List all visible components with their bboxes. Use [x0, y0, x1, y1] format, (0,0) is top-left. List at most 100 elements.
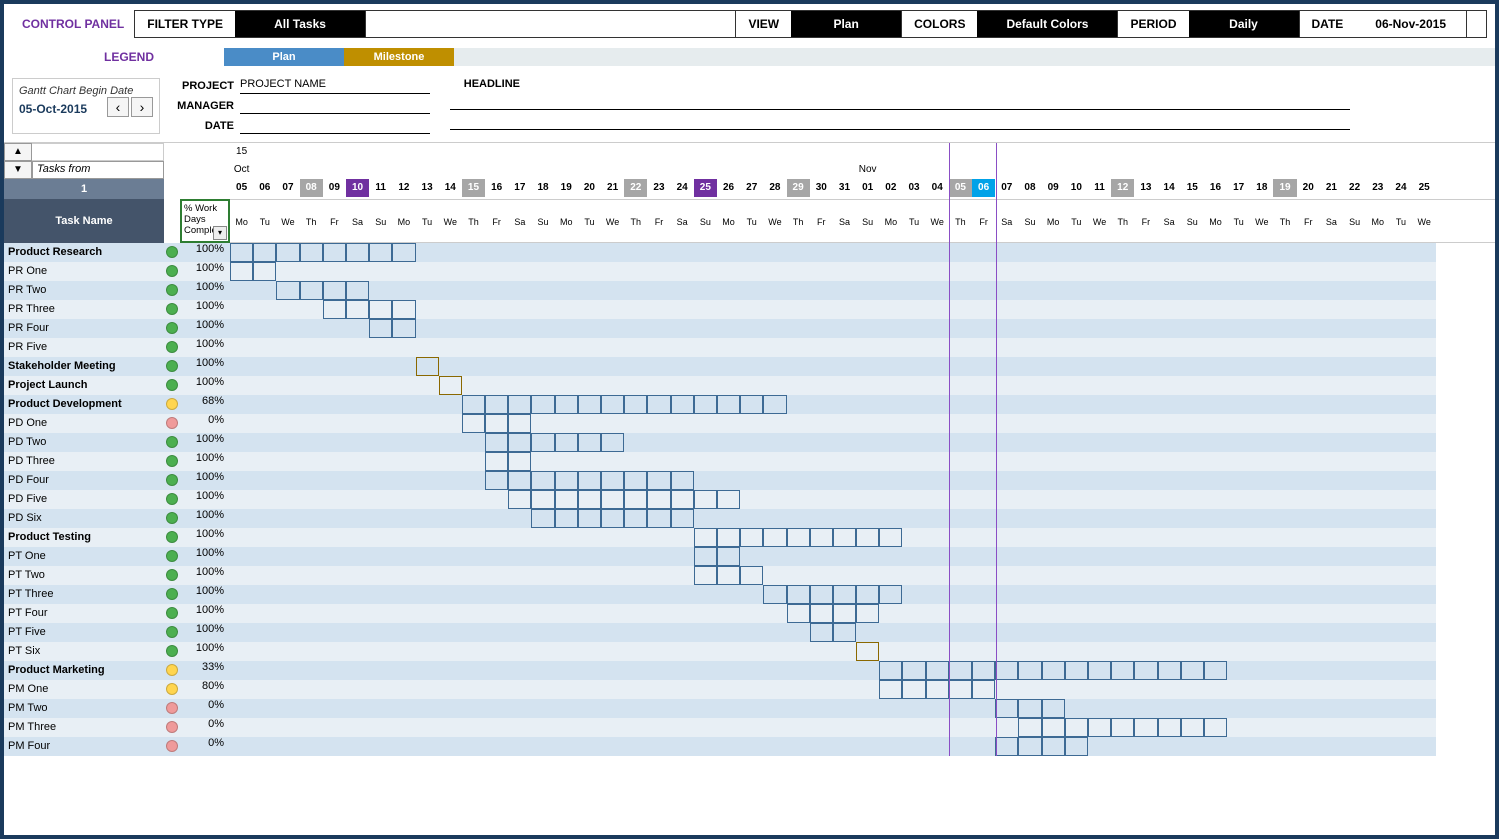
dow-header: Su [1018, 200, 1041, 244]
task-name[interactable]: PD Four [4, 471, 164, 490]
dow-header: We [439, 200, 462, 244]
month-row: OctNov [230, 161, 1495, 179]
dow-row: MoTuWeThFrSaSuMoTuWeThFrSaSuMoTuWeThFrSa… [230, 199, 1495, 243]
task-timeline [230, 737, 1495, 756]
task-name[interactable]: PT One [4, 547, 164, 566]
gantt-bar [763, 528, 786, 547]
proj-date-value[interactable] [240, 118, 430, 134]
task-timeline [230, 490, 1495, 509]
project-value[interactable]: PROJECT NAME [240, 78, 430, 94]
dow-header: Su [531, 200, 554, 244]
task-name[interactable]: Stakeholder Meeting [4, 357, 164, 376]
day-header: 12 [392, 179, 415, 197]
headline-value-1[interactable] [450, 94, 1350, 110]
task-name[interactable]: PD One [4, 414, 164, 433]
gantt-bar [578, 471, 601, 490]
task-name[interactable]: PD Three [4, 452, 164, 471]
task-name[interactable]: PR Five [4, 338, 164, 357]
date-label: DATE [1300, 11, 1356, 37]
task-name[interactable]: PM One [4, 680, 164, 699]
task-name[interactable]: PD Two [4, 433, 164, 452]
dow-header: Tu [578, 200, 601, 244]
task-name[interactable]: PT Four [4, 604, 164, 623]
dow-header: Mo [1204, 200, 1227, 244]
task-name[interactable]: PM Four [4, 737, 164, 756]
chevron-down-icon[interactable]: ▾ [213, 226, 227, 240]
task-name[interactable]: PM Two [4, 699, 164, 718]
dow-header: Fr [323, 200, 346, 244]
filter-type-control[interactable]: FILTER TYPE All Tasks [134, 10, 366, 38]
gantt-bar [462, 414, 485, 433]
scroll-down-button[interactable]: ▼ [4, 161, 32, 179]
headline-value-2[interactable] [450, 114, 1350, 130]
task-name[interactable]: PD Six [4, 509, 164, 528]
gantt-bar [671, 395, 694, 414]
task-name[interactable]: PR One [4, 262, 164, 281]
task-row: PM One80% [4, 680, 1495, 699]
pct-value: 68% [180, 395, 230, 414]
gantt-bar [531, 490, 554, 509]
dow-header: Tu [1065, 200, 1088, 244]
task-name[interactable]: Project Launch [4, 376, 164, 395]
task-name[interactable]: PT Two [4, 566, 164, 585]
manager-label: MANAGER [164, 100, 234, 112]
task-row: Product Research100% [4, 243, 1495, 262]
day-header: 15 [462, 179, 485, 197]
task-name[interactable]: PM Three [4, 718, 164, 737]
gantt-bar [717, 395, 740, 414]
dow-header: Tu [416, 200, 439, 244]
scroll-up-button[interactable]: ▲ [4, 143, 32, 161]
task-name[interactable]: Product Development [4, 395, 164, 414]
task-name[interactable]: Product Research [4, 243, 164, 262]
project-left-col: PROJECTPROJECT NAME MANAGER DATE [164, 78, 430, 134]
begin-date-box: Gantt Chart Begin Date 05-Oct-2015 ‹ › [12, 78, 160, 134]
task-name[interactable]: Product Testing [4, 528, 164, 547]
colors-control[interactable]: COLORS Default Colors [902, 10, 1118, 38]
pct-header[interactable]: % Work Days Complete ▾ [180, 199, 230, 243]
dow-header: Sa [1158, 200, 1181, 244]
task-name[interactable]: PT Five [4, 623, 164, 642]
pct-value: 100% [180, 585, 230, 604]
gantt-body: Product Research100%PR One 100% PR Two 100%… [4, 243, 1495, 756]
day-header: 14 [439, 179, 462, 197]
day-header: 22 [1343, 179, 1366, 197]
day-header: 05 [230, 179, 253, 197]
date-picker-button[interactable] [1466, 11, 1486, 37]
gantt-bar [276, 243, 299, 262]
manager-value[interactable] [240, 98, 430, 114]
task-row: Product Marketing33% [4, 661, 1495, 680]
task-row: PM Three0% [4, 718, 1495, 737]
gantt-bar [624, 471, 647, 490]
task-name[interactable]: PR Four [4, 319, 164, 338]
gantt-bar [972, 680, 995, 699]
status-dot [166, 531, 178, 543]
task-name[interactable]: PT Six [4, 642, 164, 661]
period-control[interactable]: PERIOD Daily [1118, 10, 1299, 38]
gantt-bar [1204, 661, 1227, 680]
milestone-bar [416, 357, 439, 376]
legend-rest [454, 48, 1495, 66]
status-dot [166, 740, 178, 752]
task-name[interactable]: PD Five [4, 490, 164, 509]
dow-header: Fr [1297, 200, 1320, 244]
gantt-bar [578, 490, 601, 509]
dow-header: Sa [833, 200, 856, 244]
view-control[interactable]: VIEW Plan [736, 10, 902, 38]
task-name[interactable]: Product Marketing [4, 661, 164, 680]
gantt-bar [485, 433, 508, 452]
task-name[interactable]: PR Two [4, 281, 164, 300]
pct-value: 100% [180, 528, 230, 547]
gantt-bar [462, 395, 485, 414]
task-name[interactable]: PT Three [4, 585, 164, 604]
dow-header: Th [462, 200, 485, 244]
prev-date-button[interactable]: ‹ [107, 97, 129, 117]
headline-label: HEADLINE [450, 78, 520, 90]
task-row: Product Testing 100% [4, 528, 1495, 547]
date-control[interactable]: DATE 06-Nov-2015 [1300, 10, 1488, 38]
dow-header: Su [1343, 200, 1366, 244]
task-name[interactable]: PR Three [4, 300, 164, 319]
next-date-button[interactable]: › [131, 97, 153, 117]
gantt-bar [1088, 718, 1111, 737]
day-header: 01 [856, 179, 879, 197]
dow-header: Tu [1389, 200, 1412, 244]
